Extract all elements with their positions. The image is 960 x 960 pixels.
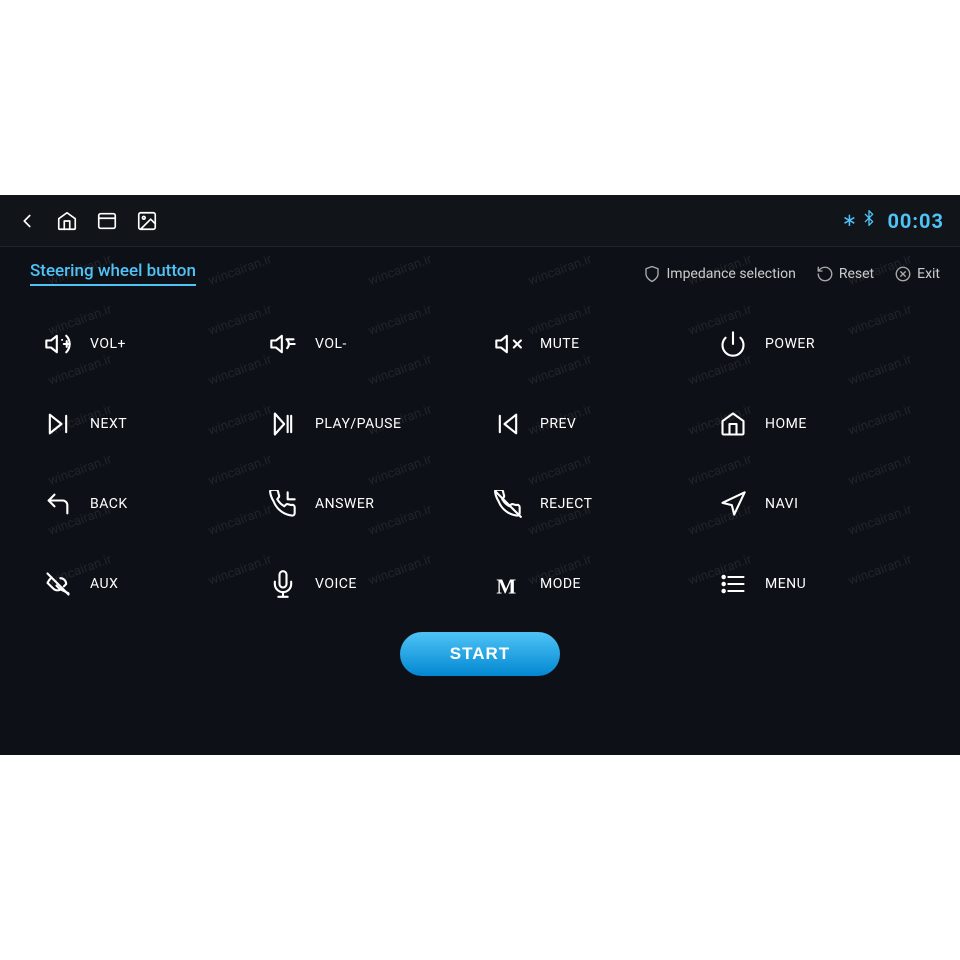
mode-button[interactable]: M MODE — [480, 544, 705, 624]
start-button-row: START — [20, 632, 940, 676]
impedance-label: Impedance selection — [666, 266, 795, 282]
topbar: ∗ 00:03 — [0, 195, 960, 247]
answer-label: ANSWER — [315, 496, 374, 512]
back-grid-icon — [40, 490, 76, 518]
page-title: Steering wheel button — [30, 261, 196, 286]
reject-button[interactable]: REJECT — [480, 464, 705, 544]
play-pause-label: PLAY/PAUSE — [315, 416, 401, 432]
svg-text:M: M — [496, 574, 516, 598]
next-button[interactable]: NEXT — [30, 384, 255, 464]
exit-label: Exit — [917, 266, 940, 282]
reset-label: Reset — [839, 266, 874, 282]
power-button[interactable]: POWER — [705, 304, 930, 384]
home-grid-button[interactable]: HOME — [705, 384, 930, 464]
exit-button[interactable]: Exit — [894, 265, 940, 283]
menu-button[interactable]: MENU — [705, 544, 930, 624]
mute-icon — [490, 330, 526, 358]
navi-button[interactable]: NAVI — [705, 464, 930, 544]
voice-icon — [265, 570, 301, 598]
vol-plus-button[interactable]: VOL+ — [30, 304, 255, 384]
menu-label: MENU — [765, 576, 806, 592]
aux-label: AUX — [90, 576, 118, 592]
white-top-space — [0, 0, 960, 195]
mute-button[interactable]: MUTE — [480, 304, 705, 384]
main-container: wincairan.irwincairan.irwincairan.irwinc… — [0, 195, 960, 755]
next-label: NEXT — [90, 416, 127, 432]
vol-minus-icon — [265, 330, 301, 358]
answer-icon — [265, 490, 301, 518]
mode-icon: M — [490, 570, 526, 598]
mute-label: MUTE — [540, 336, 580, 352]
home-grid-icon — [715, 410, 751, 438]
prev-icon — [490, 410, 526, 438]
start-button[interactable]: START — [400, 632, 560, 676]
vol-plus-icon — [40, 330, 76, 358]
back-grid-button[interactable]: BACK — [30, 464, 255, 544]
timer-display: 00:03 — [887, 209, 944, 233]
home-button[interactable] — [56, 210, 78, 232]
voice-label: VOICE — [315, 576, 357, 592]
vol-minus-button[interactable]: VOL- — [255, 304, 480, 384]
content-area: Steering wheel button Impedance selectio… — [0, 247, 960, 676]
white-bottom-space — [0, 755, 960, 960]
vol-plus-label: VOL+ — [90, 336, 126, 352]
impedance-selection-button[interactable]: Impedance selection — [643, 265, 795, 283]
prev-label: PREV — [540, 416, 576, 432]
menu-icon — [715, 570, 751, 598]
title-row: Steering wheel button Impedance selectio… — [20, 247, 940, 294]
back-grid-label: BACK — [90, 496, 128, 512]
topbar-right: ∗ 00:03 — [842, 209, 944, 233]
reject-label: REJECT — [540, 496, 593, 512]
next-icon — [40, 410, 76, 438]
window-button[interactable] — [96, 210, 118, 232]
prev-button[interactable]: PREV — [480, 384, 705, 464]
back-arrow-button[interactable] — [16, 210, 38, 232]
play-pause-icon — [265, 410, 301, 438]
navi-icon — [715, 490, 751, 518]
image-button[interactable] — [136, 210, 158, 232]
voice-button[interactable]: VOICE — [255, 544, 480, 624]
bluetooth-icon: ∗ — [842, 210, 878, 231]
navi-label: NAVI — [765, 496, 798, 512]
vol-minus-label: VOL- — [315, 336, 347, 352]
power-label: POWER — [765, 336, 815, 352]
reject-icon — [490, 490, 526, 518]
reset-button[interactable]: Reset — [816, 265, 874, 283]
mode-label: MODE — [540, 576, 581, 592]
topbar-left — [16, 210, 158, 232]
title-actions: Impedance selection Reset — [643, 265, 940, 283]
power-icon — [715, 330, 751, 358]
home-grid-label: HOME — [765, 416, 807, 432]
button-grid: VOL+ VOL- — [20, 304, 940, 624]
aux-button[interactable]: AUX — [30, 544, 255, 624]
answer-button[interactable]: ANSWER — [255, 464, 480, 544]
play-pause-button[interactable]: PLAY/PAUSE — [255, 384, 480, 464]
aux-icon — [40, 570, 76, 598]
